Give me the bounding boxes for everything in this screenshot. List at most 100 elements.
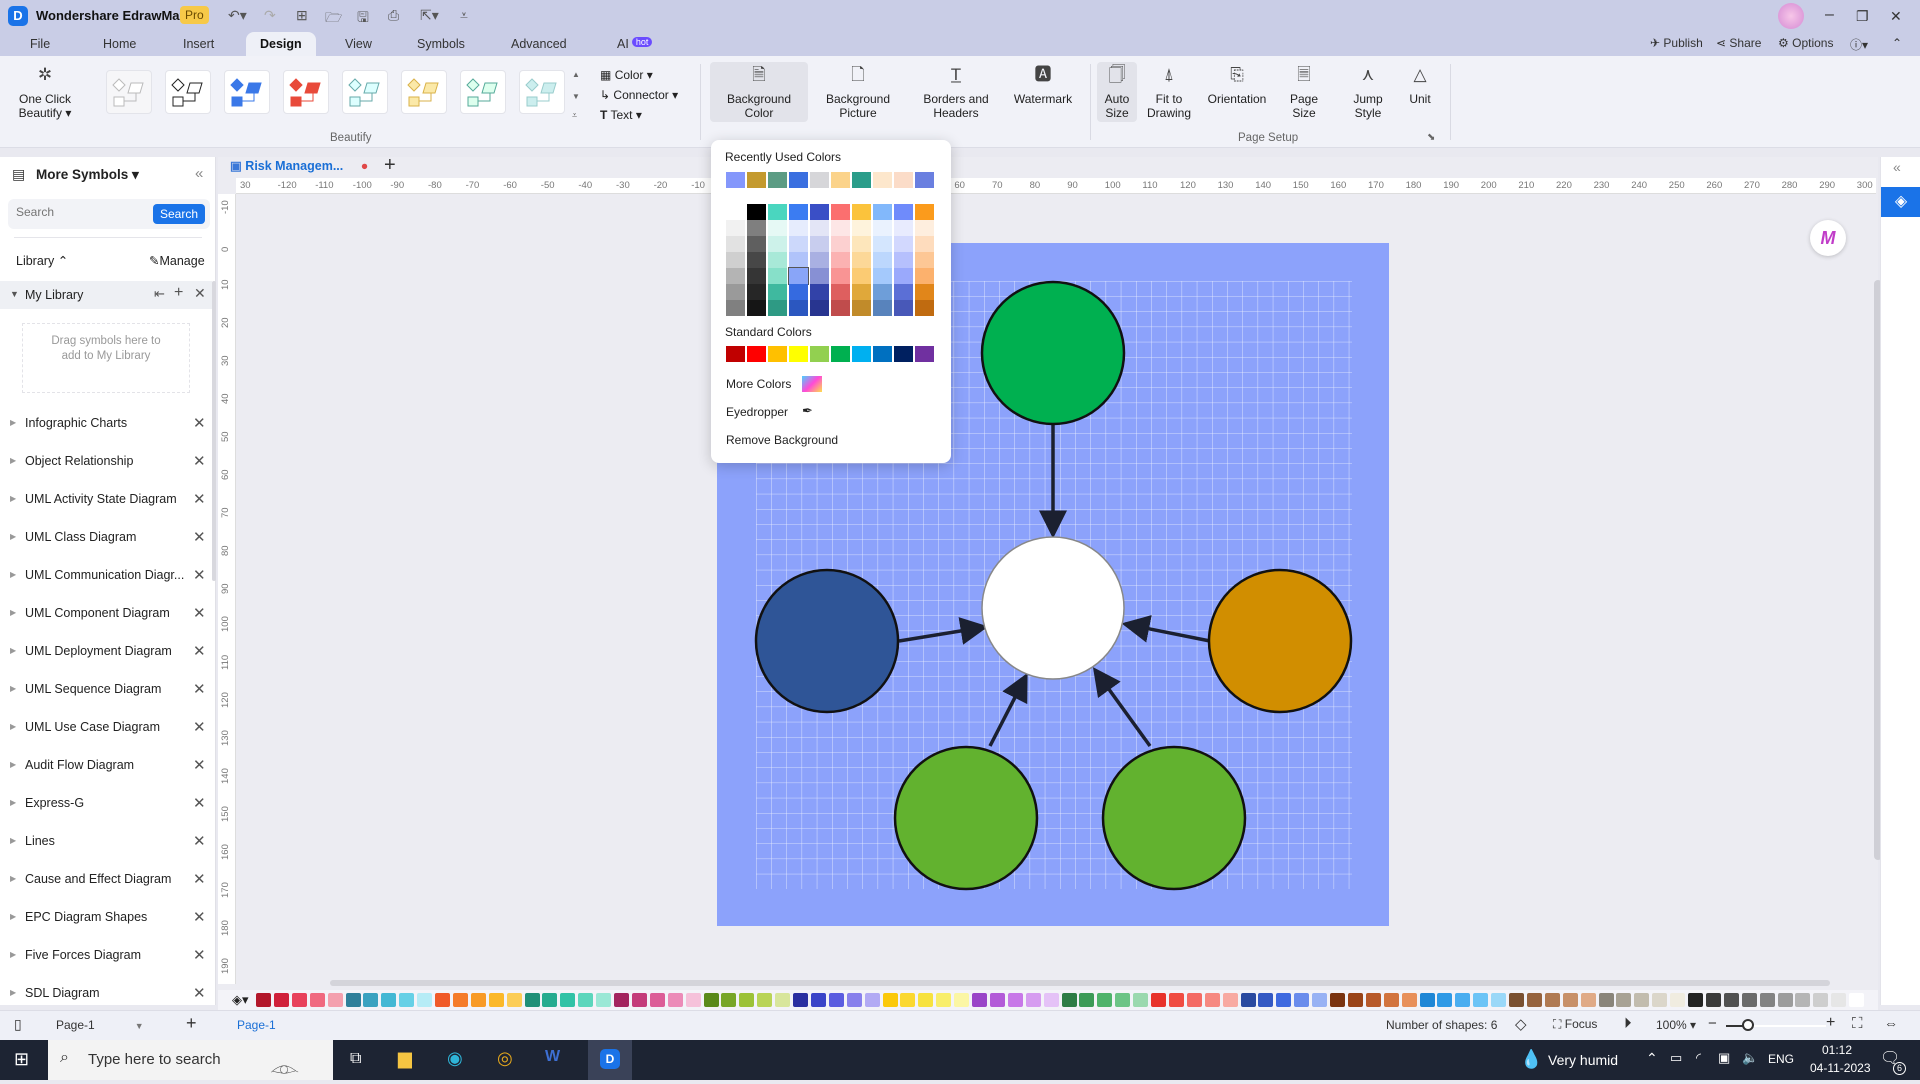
theme-color-swatch[interactable]	[726, 236, 745, 252]
palette-color-swatch[interactable]	[631, 993, 647, 1007]
palette-color-swatch[interactable]	[1222, 993, 1238, 1007]
palette-color-swatch[interactable]	[1276, 993, 1292, 1007]
theme-color-swatch[interactable]	[873, 220, 892, 236]
palette-color-swatch[interactable]	[291, 993, 307, 1007]
palette-color-swatch[interactable]	[1831, 993, 1847, 1007]
language-indicator[interactable]: ENG	[1768, 1052, 1794, 1066]
recent-color-swatch[interactable]	[873, 172, 892, 188]
palette-color-swatch[interactable]	[1330, 993, 1345, 1007]
weather-text[interactable]: Very humid	[1548, 1052, 1618, 1068]
palette-color-swatch[interactable]	[1526, 993, 1542, 1007]
palette-color-swatch[interactable]	[1240, 993, 1256, 1007]
palette-color-swatch[interactable]	[989, 993, 1005, 1007]
theme-color-swatch[interactable]	[810, 268, 829, 284]
remove-background-item[interactable]: Remove Background	[726, 433, 838, 447]
focus-button[interactable]: ⛶ Focus	[1553, 1017, 1597, 1032]
palette-color-swatch[interactable]	[757, 993, 773, 1007]
palette-color-swatch[interactable]	[1365, 993, 1381, 1007]
palette-color-swatch[interactable]	[828, 993, 844, 1007]
theme-color-swatch[interactable]	[873, 236, 892, 252]
palette-color-swatch[interactable]	[1168, 993, 1184, 1007]
recent-color-swatch[interactable]	[789, 172, 808, 188]
theme-color-swatch[interactable]	[831, 300, 850, 316]
palette-color-swatch[interactable]	[1688, 993, 1703, 1007]
theme-color-swatch[interactable]	[831, 284, 850, 300]
add-page-button[interactable]: +	[186, 1013, 197, 1034]
palette-color-swatch[interactable]	[900, 993, 916, 1007]
theme-color-swatch[interactable]	[726, 204, 745, 220]
recent-color-swatch[interactable]	[726, 172, 745, 188]
page-panel-icon[interactable]: ▯	[14, 1016, 22, 1033]
theme-color-swatch[interactable]	[873, 300, 892, 316]
palette-color-swatch[interactable]	[703, 993, 719, 1007]
palette-color-swatch[interactable]	[452, 993, 468, 1007]
standard-color-swatch[interactable]	[852, 346, 871, 362]
palette-color-swatch[interactable]	[721, 993, 737, 1007]
palette-color-swatch[interactable]	[542, 993, 558, 1007]
palette-color-swatch[interactable]	[399, 993, 415, 1007]
palette-color-swatch[interactable]	[435, 993, 450, 1007]
page-tab[interactable]: Page-1	[237, 1018, 276, 1032]
theme-color-swatch[interactable]	[726, 268, 745, 284]
theme-color-swatch[interactable]	[789, 204, 808, 220]
task-view-icon[interactable]: ⧉	[350, 1050, 361, 1068]
palette-color-swatch[interactable]	[936, 993, 952, 1007]
palette-color-swatch[interactable]	[1061, 993, 1077, 1007]
theme-color-swatch[interactable]	[873, 284, 892, 300]
theme-color-swatch[interactable]	[852, 220, 871, 236]
theme-color-swatch[interactable]	[789, 300, 808, 316]
clock-date[interactable]: 04-11-2023	[1810, 1061, 1871, 1075]
theme-color-swatch[interactable]	[789, 236, 808, 252]
theme-color-swatch[interactable]	[831, 268, 850, 284]
palette-color-swatch[interactable]	[1777, 993, 1793, 1007]
theme-color-swatch[interactable]	[726, 220, 745, 236]
theme-color-swatch[interactable]	[768, 252, 787, 268]
top-circle[interactable]	[980, 280, 1126, 426]
theme-color-swatch[interactable]	[894, 252, 913, 268]
left-circle[interactable]	[754, 568, 900, 714]
palette-color-swatch[interactable]	[1347, 993, 1363, 1007]
palette-color-swatch[interactable]	[1598, 993, 1614, 1007]
right-circle[interactable]	[1207, 568, 1353, 714]
palette-color-swatch[interactable]	[1759, 993, 1775, 1007]
standard-color-swatch[interactable]	[726, 346, 745, 362]
palette-color-swatch[interactable]	[739, 993, 755, 1007]
palette-color-swatch[interactable]	[1097, 993, 1113, 1007]
palette-color-swatch[interactable]	[685, 993, 701, 1007]
theme-color-swatch[interactable]	[747, 236, 766, 252]
theme-color-swatch[interactable]	[726, 252, 745, 268]
palette-color-swatch[interactable]	[775, 993, 791, 1007]
theme-color-swatch[interactable]	[894, 204, 913, 220]
palette-color-swatch[interactable]	[560, 993, 576, 1007]
theme-color-swatch[interactable]	[894, 284, 913, 300]
edrawmax-taskbar-item[interactable]: D	[588, 1040, 632, 1080]
palette-color-swatch[interactable]	[1383, 993, 1399, 1007]
play-icon[interactable]: ⏵	[1624, 1015, 1632, 1032]
recent-color-swatch[interactable]	[852, 172, 871, 188]
palette-color-swatch[interactable]	[1652, 993, 1668, 1007]
center-circle[interactable]	[981, 536, 1125, 680]
palette-color-swatch[interactable]	[1634, 993, 1650, 1007]
standard-color-swatch[interactable]	[810, 346, 829, 362]
palette-color-swatch[interactable]	[1813, 993, 1829, 1007]
eyedropper-item[interactable]: Eyedropper ✒	[726, 403, 813, 419]
theme-color-swatch[interactable]	[831, 252, 850, 268]
theme-color-swatch[interactable]	[789, 284, 808, 300]
fit-width-icon[interactable]: ⇔	[1884, 1015, 1898, 1031]
theme-color-swatch[interactable]	[894, 236, 913, 252]
palette-color-swatch[interactable]	[1795, 993, 1811, 1007]
palette-color-swatch[interactable]	[1491, 993, 1507, 1007]
theme-color-swatch[interactable]	[747, 252, 766, 268]
palette-color-swatch[interactable]	[1133, 993, 1149, 1007]
theme-color-swatch[interactable]	[852, 236, 871, 252]
palette-color-swatch[interactable]	[1473, 993, 1489, 1007]
theme-color-swatch[interactable]	[852, 204, 871, 220]
theme-color-swatch[interactable]	[768, 284, 787, 300]
theme-color-swatch[interactable]	[810, 236, 829, 252]
theme-color-swatch[interactable]	[831, 220, 850, 236]
palette-color-swatch[interactable]	[1007, 993, 1023, 1007]
display-icon[interactable]: ▣	[1718, 1050, 1730, 1066]
theme-color-swatch[interactable]	[852, 284, 871, 300]
theme-color-swatch[interactable]	[915, 268, 934, 284]
theme-color-swatch[interactable]	[873, 204, 892, 220]
